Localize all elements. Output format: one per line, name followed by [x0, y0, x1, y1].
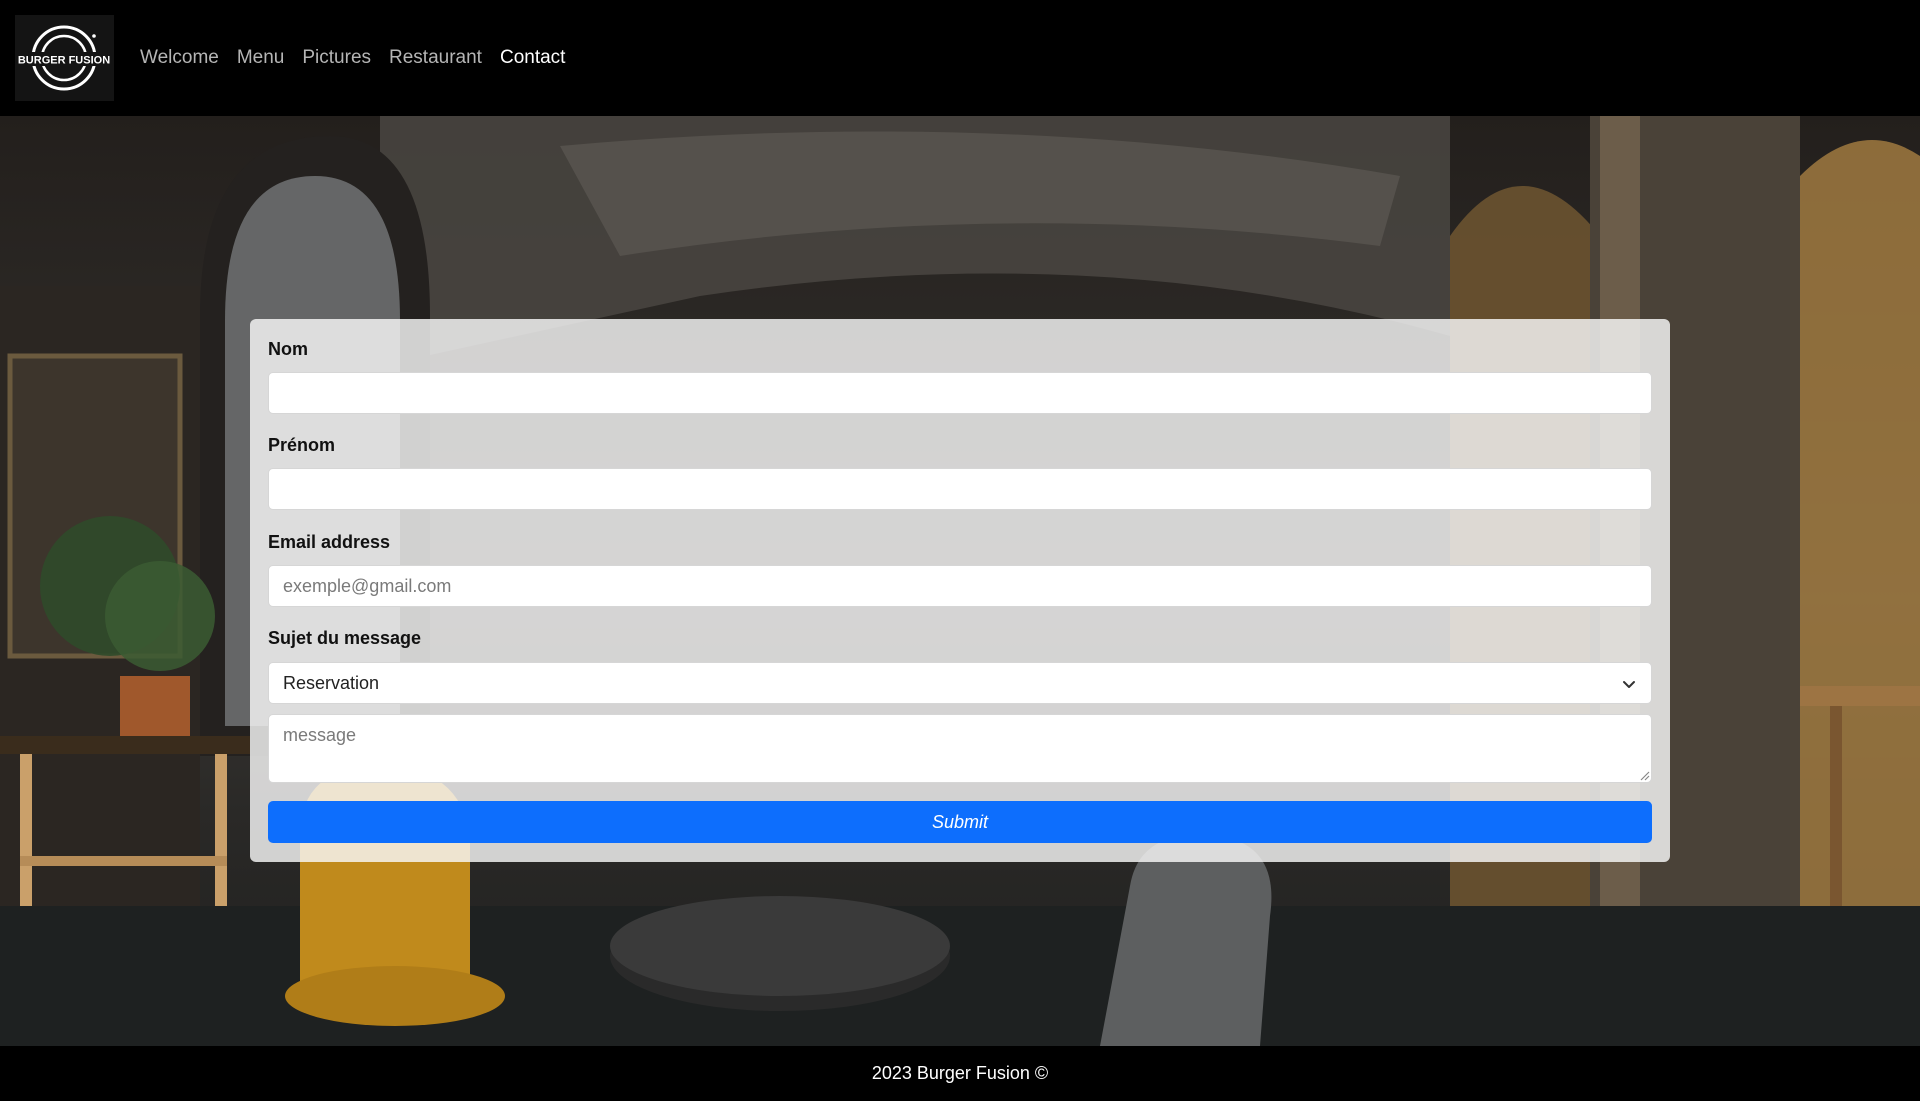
nom-input[interactable]: [268, 372, 1652, 414]
contact-form: Nom Prénom Email address Sujet du messag…: [250, 319, 1670, 862]
nav-link-restaurant[interactable]: Restaurant: [389, 47, 482, 69]
burger-fusion-logo[interactable]: BURGER FUSION: [15, 15, 114, 101]
submit-button[interactable]: Submit: [268, 801, 1652, 843]
resize-grip-icon[interactable]: [1638, 769, 1650, 781]
main-nav: Welcome Menu Pictures Restaurant Contact: [140, 0, 583, 116]
subject-selected-value: Reservation: [283, 673, 380, 693]
email-label: Email address: [268, 532, 391, 552]
prenom-input[interactable]: [268, 468, 1652, 510]
nav-link-contact[interactable]: Contact: [500, 47, 565, 69]
subject-select[interactable]: Reservation: [268, 662, 1652, 704]
navbar: BURGER FUSION Welcome Menu Pictures Rest…: [0, 0, 1920, 116]
subject-label: Sujet du message: [268, 628, 422, 648]
email-input[interactable]: [268, 565, 1652, 607]
prenom-label: Prénom: [268, 435, 336, 455]
svg-text:BURGER FUSION: BURGER FUSION: [18, 55, 110, 67]
nav-link-menu[interactable]: Menu: [237, 47, 285, 69]
message-textarea[interactable]: [268, 714, 1652, 783]
footer: 2023 Burger Fusion ©: [0, 1046, 1920, 1101]
nav-link-welcome[interactable]: Welcome: [140, 47, 219, 69]
footer-copyright: 2023 Burger Fusion ©: [871, 1063, 1049, 1083]
nom-label: Nom: [268, 339, 308, 359]
nav-link-pictures[interactable]: Pictures: [302, 47, 371, 69]
chevron-down-icon: [1623, 681, 1635, 688]
